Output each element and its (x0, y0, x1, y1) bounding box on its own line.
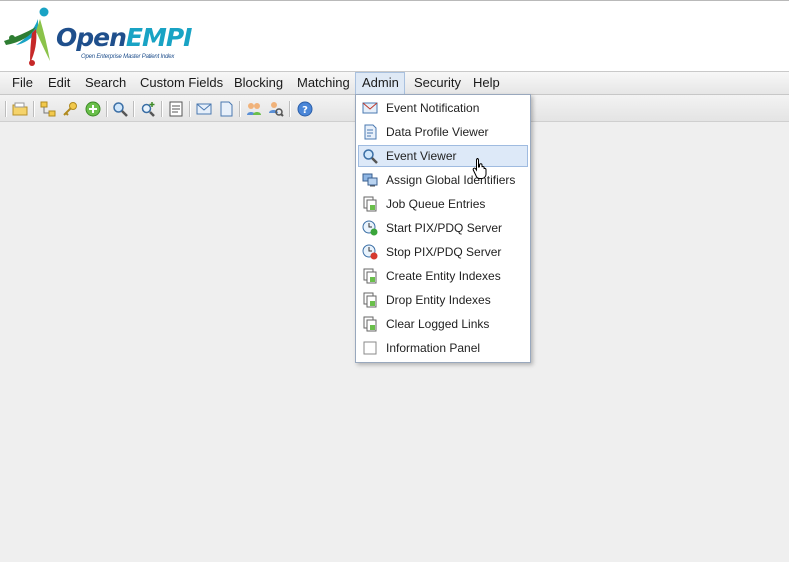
menu-item-data-profile-viewer[interactable]: Data Profile Viewer (358, 121, 528, 143)
menu-item-label: Event Notification (386, 101, 480, 115)
magnifier-icon (363, 149, 378, 164)
menu-item-label: Information Panel (386, 341, 481, 355)
data-profile-icon (364, 124, 377, 140)
toolbar-separator (161, 101, 163, 117)
toolbar-separator (33, 101, 35, 117)
menu-custom-fields[interactable]: Custom Fields (134, 72, 229, 94)
svg-text:?: ? (302, 105, 308, 116)
menu-blocking[interactable]: Blocking (228, 72, 289, 94)
create-index-icon (363, 268, 377, 284)
menu-item-information-panel[interactable]: Information Panel (358, 337, 528, 359)
hand-cursor-icon (472, 158, 487, 179)
menu-item-label: Drop Entity Indexes (386, 293, 491, 307)
drop-index-icon (363, 292, 377, 308)
menu-item-event-viewer[interactable]: Event Viewer (358, 145, 528, 167)
openempi-logo: OpenEMPI Open Enterprise Master Patient … (2, 5, 192, 67)
magnify-add-icon[interactable] (140, 101, 156, 117)
toolbar-separator (5, 101, 7, 117)
user-search-icon[interactable] (268, 101, 284, 117)
menu-help[interactable]: Help (467, 72, 506, 94)
logo-title: OpenEMPI (56, 23, 192, 52)
open-folder-icon[interactable] (12, 101, 28, 117)
event-icon[interactable] (196, 101, 212, 117)
clear-links-icon (363, 316, 377, 332)
menu-item-assign-global-identifiers[interactable]: Assign Global Identifiers (358, 169, 528, 191)
report-icon[interactable] (168, 101, 184, 117)
add-icon[interactable] (85, 101, 101, 117)
users-icon[interactable] (246, 101, 262, 117)
menu-item-label: Start PIX/PDQ Server (386, 221, 503, 235)
menu-item-event-notification[interactable]: Event Notification (358, 97, 528, 119)
menu-matching[interactable]: Matching (291, 72, 356, 94)
menu-item-drop-entity-indexes[interactable]: Drop Entity Indexes (358, 289, 528, 311)
logo-subtitle: Open Enterprise Master Patient Index (81, 54, 175, 60)
toolbar-separator (239, 101, 241, 117)
toolbar-separator (189, 101, 191, 117)
search-icon[interactable] (112, 101, 128, 117)
menu-item-create-entity-indexes[interactable]: Create Entity Indexes (358, 265, 528, 287)
stop-server-icon (362, 244, 378, 260)
toolbar-separator (106, 101, 108, 117)
menu-item-label: Job Queue Entries (386, 197, 486, 211)
start-server-icon (362, 220, 378, 236)
menu-item-clear-logged-links[interactable]: Clear Logged Links (358, 313, 528, 335)
app-header: OpenEMPI Open Enterprise Master Patient … (0, 0, 789, 72)
menu-item-label: Assign Global Identifiers (386, 173, 516, 187)
toolbar-separator (133, 101, 135, 117)
menu-item-start-pix-pdq-server[interactable]: Start PIX/PDQ Server (358, 217, 528, 239)
menu-admin[interactable]: Admin (355, 72, 405, 94)
menu-item-label: Data Profile Viewer (386, 125, 489, 139)
hierarchy-icon[interactable] (40, 101, 56, 117)
logo-text-open: Open (56, 23, 127, 52)
logo-figure-icon (4, 7, 50, 66)
help-icon[interactable]: ? (297, 101, 313, 117)
key-icon[interactable] (62, 101, 78, 117)
menu-bar: File Edit Search Custom Fields Blocking … (0, 72, 789, 95)
menu-item-label: Create Entity Indexes (386, 269, 501, 283)
menu-search[interactable]: Search (79, 72, 132, 94)
admin-menu-dropdown: Event Notification Data Profile Viewer E… (355, 94, 531, 363)
menu-security[interactable]: Security (408, 72, 467, 94)
document-icon[interactable] (218, 101, 234, 117)
menu-item-label: Clear Logged Links (386, 317, 490, 331)
menu-item-job-queue-entries[interactable]: Job Queue Entries (358, 193, 528, 215)
menu-item-label: Event Viewer (386, 149, 457, 163)
menu-edit[interactable]: Edit (42, 72, 76, 94)
computers-icon (362, 173, 378, 187)
event-notification-icon (362, 102, 378, 114)
menu-item-label: Stop PIX/PDQ Server (386, 245, 502, 259)
toolbar-separator (289, 101, 291, 117)
logo-text-empi: EMPI (125, 23, 193, 52)
menu-item-stop-pix-pdq-server[interactable]: Stop PIX/PDQ Server (358, 241, 528, 263)
checkbox-icon[interactable] (362, 340, 378, 356)
menu-file[interactable]: File (6, 72, 39, 94)
job-queue-icon (363, 196, 377, 212)
